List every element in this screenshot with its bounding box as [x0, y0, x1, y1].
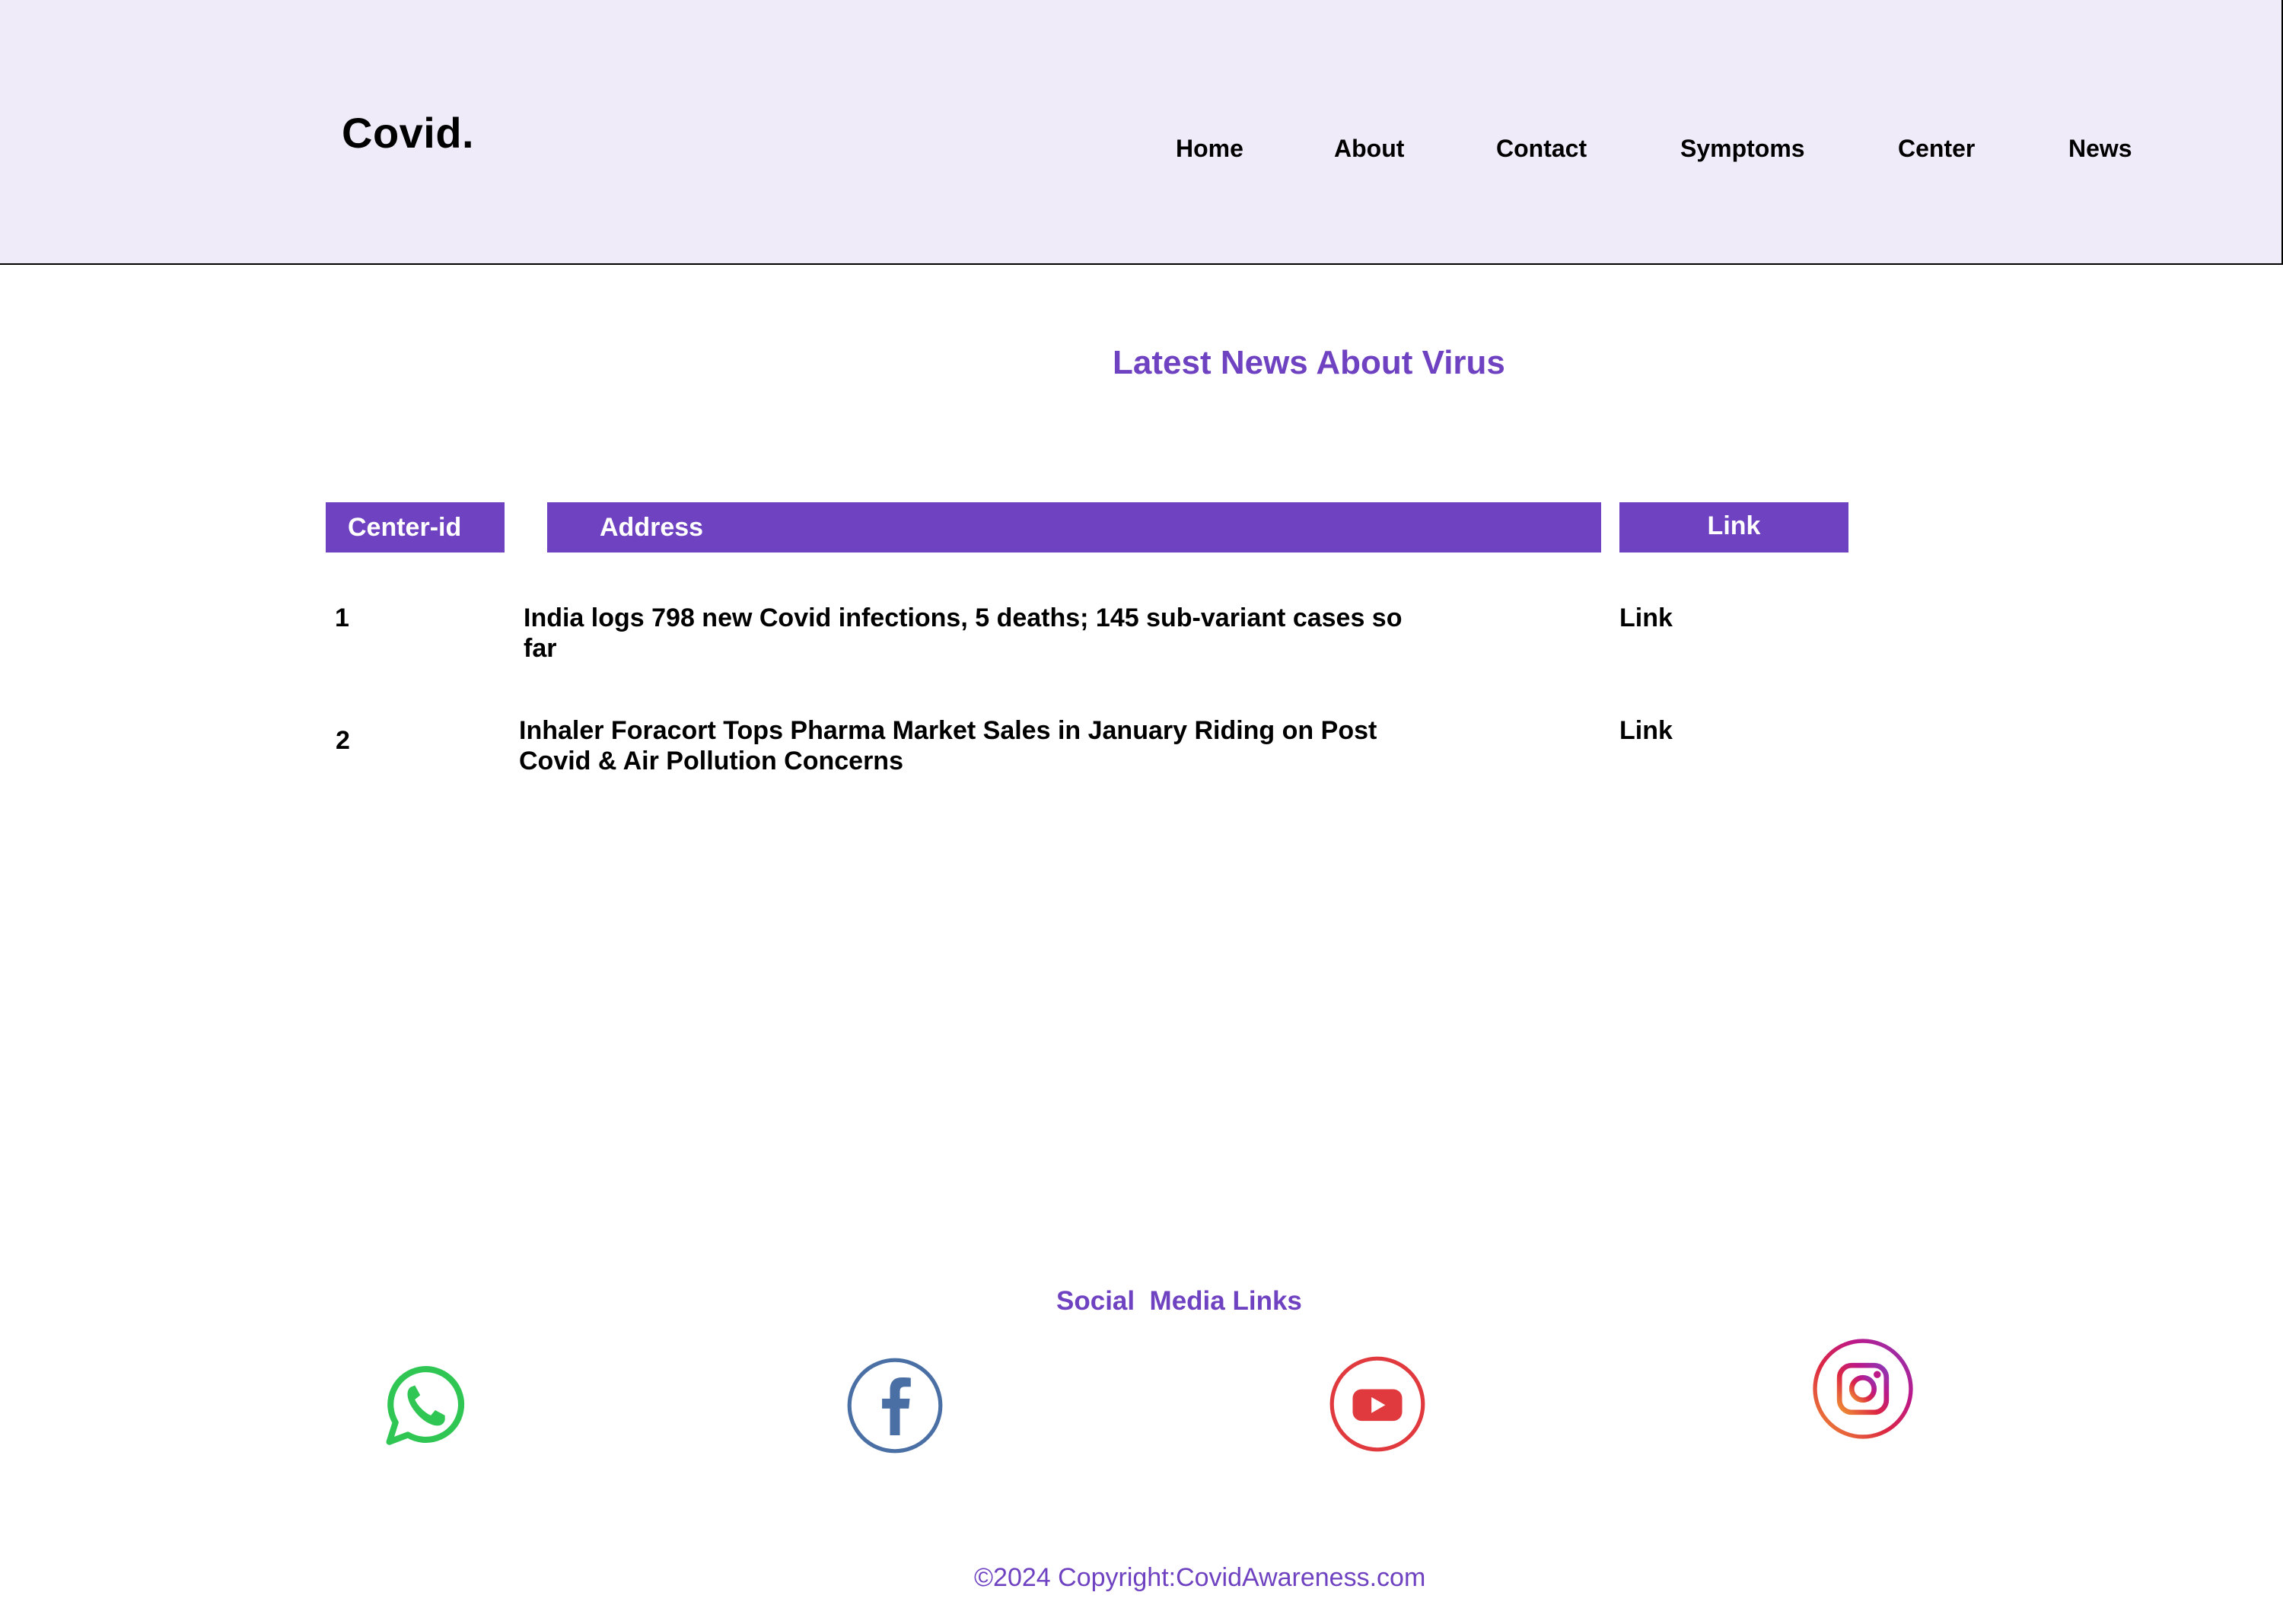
footer-copyright: ©2024 Copyright:CovidAwareness.com	[974, 1563, 1426, 1592]
facebook-icon[interactable]	[845, 1356, 944, 1455]
site-header: Covid. Home About Contact Symptoms Cente…	[0, 0, 2283, 265]
row-id: 2	[336, 726, 350, 755]
nav-about[interactable]: About	[1334, 135, 1404, 163]
nav-contact[interactable]: Contact	[1496, 135, 1587, 163]
row-address: Inhaler Foracort Tops Pharma Market Sale…	[519, 716, 1377, 775]
row-link[interactable]: Link	[1619, 603, 1673, 633]
column-header-address: Address	[547, 502, 1601, 552]
row-address: India logs 798 new Covid infections, 5 d…	[524, 603, 1403, 663]
column-header-center-id: Center-id	[326, 502, 505, 552]
youtube-icon[interactable]	[1328, 1355, 1427, 1454]
whatsapp-icon[interactable]	[380, 1361, 469, 1449]
nav-news[interactable]: News	[2068, 135, 2132, 163]
column-header-link: Link	[1619, 502, 1848, 552]
nav-center[interactable]: Center	[1898, 135, 1975, 163]
nav-home[interactable]: Home	[1176, 135, 1243, 163]
instagram-icon[interactable]	[1812, 1338, 1914, 1440]
row-id: 1	[335, 603, 349, 632]
nav-symptoms[interactable]: Symptoms	[1680, 135, 1805, 163]
brand-logo[interactable]: Covid.	[342, 108, 474, 158]
social-links-title: Social Media Links	[1056, 1286, 1302, 1316]
page-title: Latest News About Virus	[1113, 344, 1505, 381]
row-link[interactable]: Link	[1619, 715, 1673, 746]
